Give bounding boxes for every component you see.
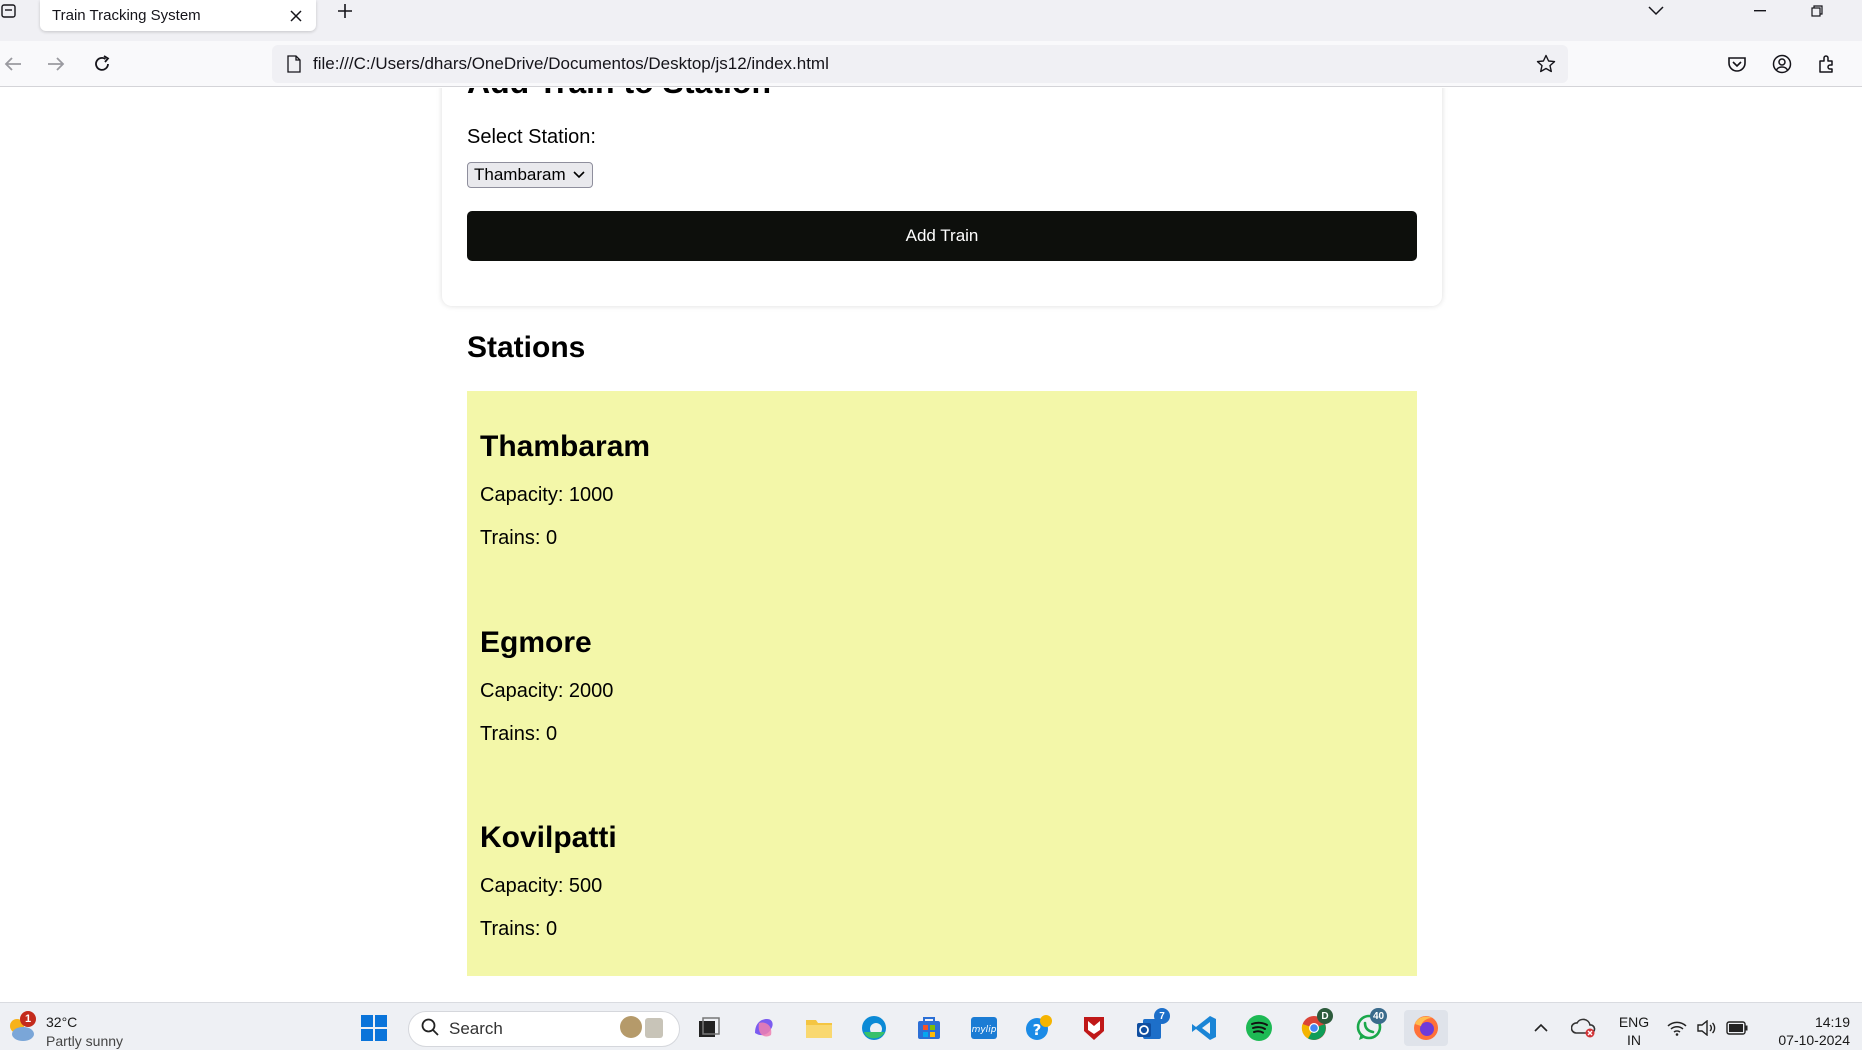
restore-icon[interactable]	[1797, 0, 1837, 22]
notification-badge: 7	[1154, 1008, 1170, 1024]
wifi-icon[interactable]	[1664, 1010, 1690, 1046]
firefox-icon[interactable]	[1404, 1010, 1448, 1046]
close-icon[interactable]	[286, 6, 306, 26]
browser-tab[interactable]: Train Tracking System	[40, 0, 316, 31]
tab-title: Train Tracking System	[52, 7, 201, 24]
windows-start-icon[interactable]	[355, 1010, 393, 1046]
weather-widget[interactable]: 1 32°C Partly sunny	[6, 1011, 136, 1050]
microsoft-store-icon[interactable]	[910, 1010, 948, 1046]
get-help-icon[interactable]: ?	[1020, 1010, 1058, 1046]
outlook-icon[interactable]: 7	[1130, 1008, 1170, 1046]
station-trains: Trains: 0	[480, 527, 558, 549]
stations-heading: Stations	[467, 331, 586, 364]
select-station-label: Select Station:	[467, 126, 596, 148]
browser-tab-bar: Train Tracking System	[0, 0, 1862, 41]
file-explorer-icon[interactable]	[800, 1010, 838, 1046]
chevron-down-icon[interactable]	[1636, 0, 1676, 22]
task-view-icon[interactable]	[690, 1010, 728, 1046]
region-indicator[interactable]: IN	[1616, 1032, 1652, 1048]
station-capacity: Capacity: 1000	[480, 484, 614, 506]
language-indicator[interactable]: ENG	[1616, 1014, 1652, 1030]
windows-taskbar: 1 32°C Partly sunny Search mylip ? 7 D 4…	[0, 1002, 1862, 1050]
spotify-icon[interactable]	[1240, 1010, 1278, 1046]
battery-icon[interactable]	[1724, 1010, 1750, 1046]
station-name: Egmore	[480, 626, 592, 659]
volume-icon[interactable]	[1694, 1010, 1720, 1046]
onedrive-offline-icon[interactable]	[1567, 1010, 1601, 1046]
edge-browser-icon[interactable]	[855, 1010, 893, 1046]
reload-icon[interactable]	[87, 49, 117, 79]
forward-arrow-icon[interactable]	[41, 49, 71, 79]
station-name: Thambaram	[480, 430, 651, 463]
search-icon	[421, 1018, 439, 1041]
page-icon	[284, 54, 304, 74]
extensions-icon[interactable]	[1812, 49, 1842, 79]
profile-badge: D	[1317, 1008, 1333, 1024]
new-tab-icon[interactable]	[333, 0, 357, 22]
weather-description: Partly sunny	[46, 1033, 124, 1049]
back-arrow-icon[interactable]	[0, 49, 28, 79]
stations-list: Thambaram Capacity: 1000 Trains: 0 Egmor…	[467, 391, 1417, 976]
vscode-icon[interactable]	[1185, 1010, 1223, 1046]
pocket-icon[interactable]	[1722, 49, 1752, 79]
svg-text:?: ?	[1033, 1021, 1042, 1039]
mylip-app-icon[interactable]: mylip	[965, 1010, 1003, 1046]
notification-badge: 40	[1370, 1008, 1388, 1024]
chevron-up-icon[interactable]	[1526, 1010, 1556, 1046]
station-capacity: Capacity: 2000	[480, 680, 614, 702]
weather-temperature: 32°C	[46, 1014, 78, 1030]
account-icon[interactable]	[1767, 49, 1797, 79]
url-bar[interactable]: file:///C:/Users/dhars/OneDrive/Document…	[272, 45, 1568, 83]
notification-badge: 1	[20, 1011, 36, 1027]
minimize-icon[interactable]	[1740, 0, 1780, 22]
station-trains: Trains: 0	[480, 723, 558, 745]
form-heading: Add Train to Station	[467, 88, 771, 101]
clock-time[interactable]: 14:19	[1764, 1014, 1850, 1030]
station-select[interactable]: Thambaram	[467, 162, 593, 188]
bookmark-star-icon[interactable]	[1534, 52, 1558, 76]
mcafee-icon[interactable]	[1075, 1010, 1113, 1046]
whatsapp-icon[interactable]: 40	[1350, 1008, 1388, 1046]
search-highlight-icon	[617, 1014, 669, 1045]
add-train-form-card: Add Train to Station Select Station: Tha…	[442, 88, 1442, 306]
taskbar-search-box[interactable]: Search	[408, 1011, 680, 1047]
chrome-icon[interactable]: D	[1295, 1008, 1333, 1046]
selected-station-value: Thambaram	[474, 165, 566, 184]
page-viewport: Add Train to Station Select Station: Tha…	[0, 88, 1862, 1002]
copilot-icon[interactable]	[745, 1010, 783, 1046]
chevron-down-icon	[572, 168, 586, 182]
svg-text:mylip: mylip	[972, 1025, 997, 1035]
search-placeholder: Search	[449, 1019, 503, 1038]
station-trains: Trains: 0	[480, 918, 558, 940]
station-capacity: Capacity: 500	[480, 875, 603, 897]
add-train-button[interactable]: Add Train	[467, 211, 1417, 261]
url-text: file:///C:/Users/dhars/OneDrive/Document…	[313, 54, 829, 73]
station-name: Kovilpatti	[480, 821, 617, 854]
clock-date[interactable]: 07-10-2024	[1764, 1032, 1850, 1048]
browser-navigation-bar: file:///C:/Users/dhars/OneDrive/Document…	[0, 41, 1862, 87]
list-all-tabs-icon[interactable]	[0, 0, 18, 22]
